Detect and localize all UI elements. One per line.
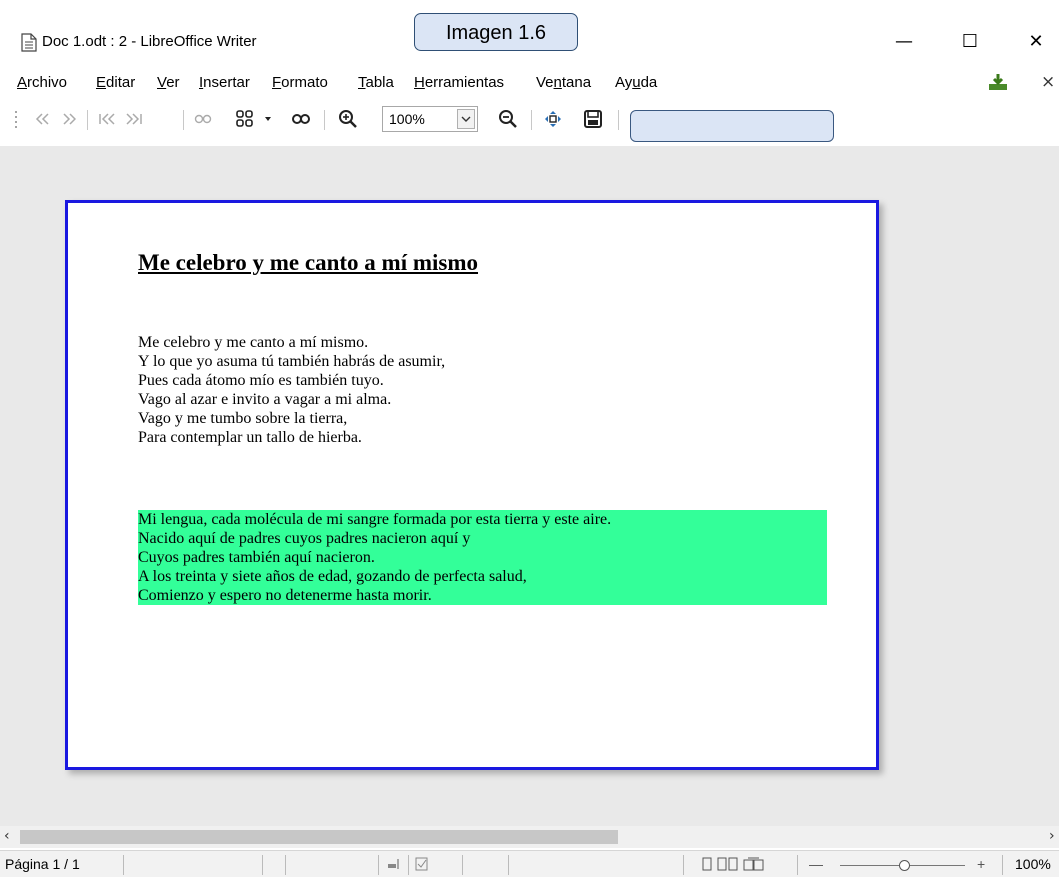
stanza-2-highlighted: Mi lengua, cada molécula de mi sangre fo… xyxy=(138,510,827,605)
scroll-right-icon[interactable]: › xyxy=(1049,828,1055,844)
scroll-left-icon[interactable]: ‹ xyxy=(4,828,10,844)
document-modified-icon xyxy=(415,857,429,875)
last-page-icon[interactable] xyxy=(123,108,145,130)
zoom-out-button[interactable]: — xyxy=(809,856,823,872)
status-separator xyxy=(378,855,379,875)
document-page[interactable] xyxy=(65,200,879,770)
previous-page-icon[interactable] xyxy=(58,108,78,130)
poem-line: Vago y me tumbo sobre la tierra, xyxy=(138,410,348,427)
menu-insertar[interactable]: Insertar xyxy=(199,74,250,91)
zoom-percentage[interactable]: 100% xyxy=(1015,856,1051,872)
toolbar-separator xyxy=(324,110,325,130)
status-separator xyxy=(797,855,798,875)
menu-ventana[interactable]: Ventana xyxy=(536,74,591,91)
status-separator xyxy=(508,855,509,875)
menu-editar[interactable]: Editar xyxy=(96,74,135,91)
close-preview-icon[interactable] xyxy=(581,108,605,130)
page-indicator[interactable]: Página 1 / 1 xyxy=(5,856,80,872)
status-separator xyxy=(285,855,286,875)
toolbar-separator xyxy=(618,110,619,130)
single-page-view-icon[interactable] xyxy=(700,857,714,875)
menu-formato[interactable]: Formato xyxy=(272,74,328,91)
window-title: Doc 1.odt : 2 - LibreOffice Writer xyxy=(42,33,257,50)
status-bar: Página 1 / 1 — + 100% xyxy=(0,850,1059,877)
document-icon xyxy=(21,33,37,52)
poem-line: Y lo que yo asuma tú también habrás de a… xyxy=(138,353,446,370)
book-page-view-icon[interactable] xyxy=(743,857,765,875)
maximize-button[interactable]: ☐ xyxy=(950,25,990,59)
status-separator xyxy=(683,855,684,875)
text-cursor-icon xyxy=(387,857,401,875)
status-separator xyxy=(408,855,409,875)
status-separator xyxy=(462,855,463,875)
menu-tabla[interactable]: Tabla xyxy=(358,74,394,91)
poem-line: Me celebro y me canto a mí mismo. xyxy=(138,334,369,351)
next-page-icon[interactable] xyxy=(96,108,118,130)
poem-title: Me celebro y me canto a mí mismo xyxy=(138,250,479,275)
poem-line: Nacido aquí de padres cuyos padres nacie… xyxy=(138,530,471,547)
zoom-out-icon[interactable] xyxy=(496,108,520,130)
scrollbar-thumb[interactable] xyxy=(20,830,618,844)
menu-ver[interactable]: Ver xyxy=(157,74,180,91)
poem-line: Mi lengua, cada molécula de mi sangre fo… xyxy=(138,511,612,528)
zoom-select[interactable]: 100% xyxy=(382,106,478,132)
book-view-icon[interactable] xyxy=(289,108,313,130)
menu-ayuda[interactable]: Ayuda xyxy=(615,74,657,91)
close-button[interactable]: ✕ xyxy=(1016,25,1056,59)
poem-line: Cuyos padres también aquí nacieron. xyxy=(138,549,375,566)
toolbar-separator xyxy=(183,110,184,130)
toolbar-separator xyxy=(87,110,88,130)
status-separator xyxy=(262,855,263,875)
menu-bar: Archivo Editar Ver Insertar Formato Tabl… xyxy=(0,70,1059,96)
zoom-value: 100% xyxy=(389,111,425,127)
poem-line: Vago al azar e invito a vagar a mi alma. xyxy=(138,391,392,408)
close-document-icon[interactable]: × xyxy=(1041,72,1055,92)
poem-line: A los treinta y siete años de edad, goza… xyxy=(138,568,527,585)
status-separator xyxy=(1002,855,1003,875)
stanza-1: Me celebro y me canto a mí mismo. Y lo q… xyxy=(138,333,445,447)
zoom-in-button[interactable]: + xyxy=(977,856,985,872)
zoom-slider-handle[interactable] xyxy=(899,860,910,871)
zoom-in-icon[interactable] xyxy=(337,108,359,130)
update-download-icon[interactable] xyxy=(988,73,1008,91)
toolbar-separator xyxy=(531,110,532,130)
fullscreen-icon[interactable] xyxy=(541,108,565,130)
multi-page-dropdown-icon[interactable] xyxy=(262,108,274,130)
image-label-callout: Imagen 1.6 xyxy=(414,13,578,51)
first-page-icon[interactable] xyxy=(32,108,52,130)
multi-page-view-icon[interactable] xyxy=(717,857,739,875)
toolbar-grip-icon xyxy=(13,108,19,130)
two-pages-icon[interactable] xyxy=(192,108,214,130)
menu-herramientas[interactable]: Herramientas xyxy=(414,74,504,91)
chevron-down-icon xyxy=(461,116,471,122)
print-preview-toolbar xyxy=(0,98,1059,140)
zoom-dropdown-button[interactable] xyxy=(457,109,475,129)
poem-line: Para contemplar un tallo de hierba. xyxy=(138,429,362,446)
minimize-button[interactable]: — xyxy=(884,25,924,59)
status-separator xyxy=(123,855,124,875)
horizontal-scrollbar[interactable]: ‹ › xyxy=(0,826,1059,848)
poem-line: Comienzo y espero no detenerme hasta mor… xyxy=(138,587,432,604)
menu-archivo[interactable]: Archivo xyxy=(17,74,67,91)
poem-line: Pues cada átomo mío es también tuyo. xyxy=(138,372,384,389)
multi-page-icon[interactable] xyxy=(234,108,256,130)
blank-callout-box xyxy=(630,110,834,142)
